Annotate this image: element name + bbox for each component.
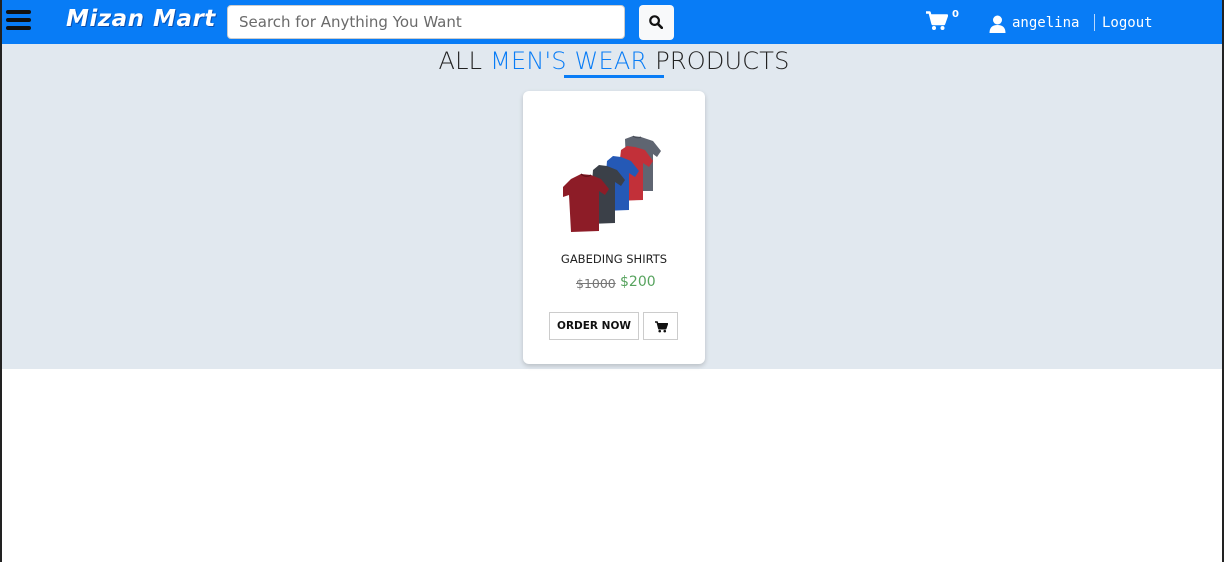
user-icon	[989, 15, 1006, 33]
product-name: GABEDING SHIRTS	[560, 252, 668, 266]
cart-count-badge: 0	[952, 9, 959, 20]
products-section: ALL MEN'S WEAR PRODUCTS GABEDING SHIRTS …	[2, 44, 1222, 369]
title-suffix: PRODUCTS	[655, 47, 790, 75]
title-underline	[564, 75, 664, 78]
logout-link[interactable]: Logout	[1102, 15, 1153, 31]
product-new-price: $200	[620, 274, 656, 290]
hamburger-menu-icon[interactable]	[6, 10, 31, 34]
title-prefix: ALL	[438, 47, 483, 75]
cart-link[interactable]	[926, 11, 949, 35]
username-label[interactable]: angelina	[1012, 15, 1079, 31]
title-category: MEN'S WEAR	[490, 47, 648, 75]
search-button[interactable]	[639, 5, 674, 40]
navbar: Mizan Mart 0 angelina Logout	[2, 0, 1222, 44]
product-image[interactable]	[563, 135, 663, 235]
search-icon	[649, 15, 663, 29]
product-old-price: $1000	[576, 276, 616, 291]
user-divider	[1094, 14, 1095, 31]
product-card[interactable]: GABEDING SHIRTS $1000 $200 ORDER NOW	[523, 91, 705, 364]
order-now-button[interactable]: ORDER NOW	[549, 312, 639, 340]
brand-logo[interactable]: Mizan Mart	[66, 6, 216, 32]
add-to-cart-icon	[655, 321, 668, 333]
search-input[interactable]	[227, 5, 625, 39]
shopping-cart-icon	[926, 11, 949, 30]
add-to-cart-button[interactable]	[643, 312, 678, 340]
page-title: ALL MEN'S WEAR PRODUCTS	[2, 47, 1224, 75]
